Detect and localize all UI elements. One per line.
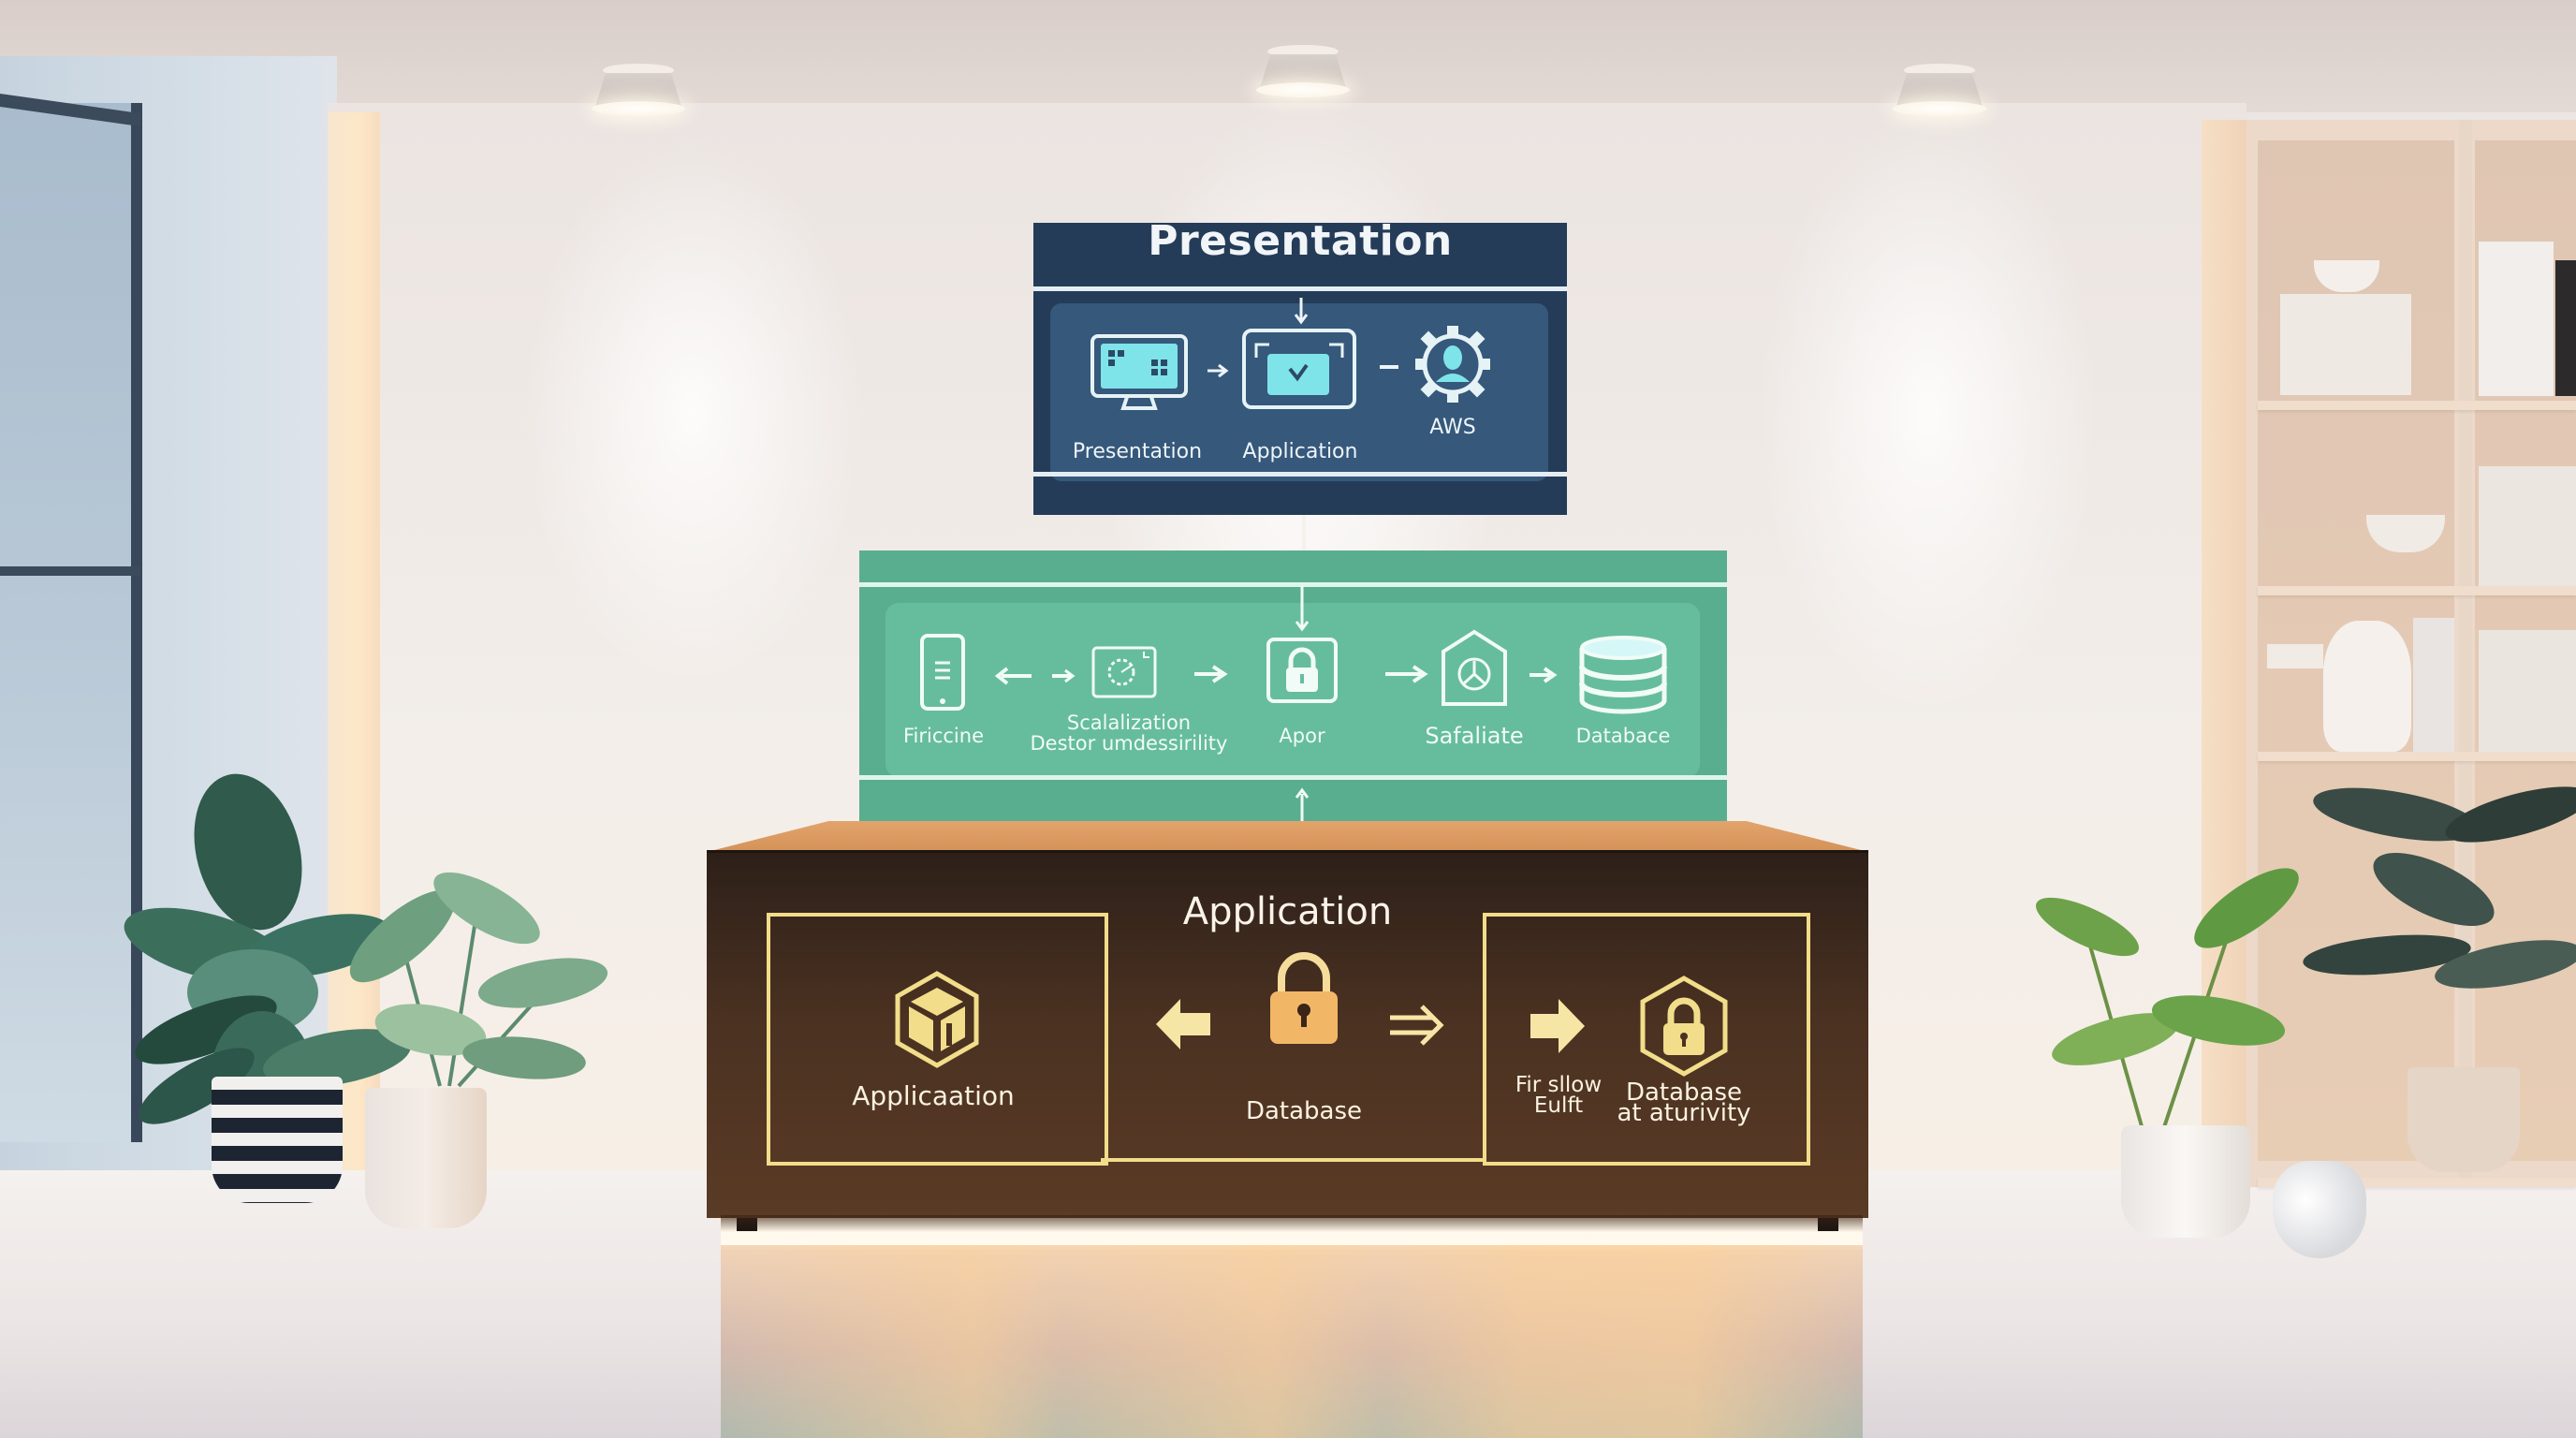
presentation-tier-panel: Presentation Presentation Application AW… [1033, 217, 1567, 515]
presentation-item-label: AWS [1429, 416, 1476, 439]
divider [859, 775, 1727, 780]
services-item-label: Safaliate [1425, 723, 1524, 749]
books [2413, 618, 2454, 752]
beige-pot [2408, 1067, 2520, 1172]
application-tier-cabinet: Application Applicaation Database Fir sl… [707, 850, 1868, 1231]
services-item-label: Apor [1279, 725, 1325, 747]
ceiling-lamp [1252, 45, 1354, 97]
floor-reflection [721, 1245, 1863, 1438]
vase [2323, 621, 2411, 752]
application-center-label: Database [1245, 1097, 1363, 1125]
services-item-label: Databace [1575, 725, 1671, 747]
divider [1033, 286, 1567, 291]
arrow-up-icon [1295, 787, 1310, 822]
cabinet-shadow [721, 1215, 1863, 1232]
arrow-down-icon [1294, 298, 1309, 325]
striped-pot [212, 1077, 343, 1203]
window-mullion [0, 566, 140, 576]
arrow-left-icon [1156, 999, 1210, 1049]
ceiling-lamp [588, 64, 689, 116]
arrow-down-icon [1295, 586, 1310, 632]
white-pot [2121, 1125, 2250, 1238]
arrow-right-icon [1194, 665, 1228, 683]
presentation-item-label: Presentation [1072, 440, 1203, 463]
arrow-right-icon [1530, 667, 1558, 683]
database-icon [1579, 636, 1667, 714]
storage-box [2280, 294, 2411, 395]
presentation-tier-title: Presentation [1148, 217, 1453, 265]
hexagon-lock-icon [1640, 976, 1728, 1077]
shield-house-icon [1442, 629, 1507, 706]
ceiling-lamp [1889, 64, 1990, 116]
gear-user-icon [1415, 326, 1490, 403]
succulent-pot [2267, 644, 2323, 668]
tier-connector [1302, 515, 1306, 550]
arrow-right-icon [1530, 999, 1585, 1053]
boxes [2479, 630, 2576, 752]
potted-plant-dark [2303, 786, 2576, 1180]
cube-hexagon-icon [895, 971, 979, 1068]
potted-plant-white [328, 843, 608, 1236]
application-right-label-line2: at aturivity [1617, 1099, 1751, 1127]
padlock-icon [1270, 952, 1338, 1044]
white-pot [365, 1088, 487, 1228]
lock-icon [1266, 638, 1338, 703]
services-item-label: Firiccine [902, 725, 984, 747]
monitor-icon [1090, 334, 1188, 410]
arrow-left-icon [994, 667, 1032, 685]
application-left-label: Applicaation [852, 1080, 1015, 1111]
services-item-label-line2: Destor umdessirility [1030, 732, 1228, 755]
app-window-check-icon [1242, 329, 1356, 409]
arrow-right-icon [1208, 363, 1229, 378]
potted-plant-right [2031, 868, 2312, 1245]
books [2479, 466, 2576, 586]
clock-window-icon [1091, 646, 1157, 698]
presentation-item-label: Application [1242, 440, 1358, 463]
services-item-label-line1: Scalalization [1066, 712, 1192, 734]
books [2479, 242, 2554, 396]
arrow-right-icon [1052, 668, 1076, 683]
divider [859, 582, 1727, 587]
frame-bottom-line [1101, 1158, 1486, 1162]
book-dark [2555, 260, 2576, 396]
divider [1033, 472, 1567, 477]
connector-dash [1380, 365, 1398, 369]
cabinet-top-surface [707, 821, 1868, 852]
double-arrow-right-icon [1390, 1005, 1444, 1046]
window [0, 103, 142, 1142]
smartphone-icon [920, 634, 965, 711]
arrow-right-icon [1385, 665, 1428, 683]
services-tier-panel: Firiccine Scalalization Destor umdessiri… [859, 550, 1727, 822]
